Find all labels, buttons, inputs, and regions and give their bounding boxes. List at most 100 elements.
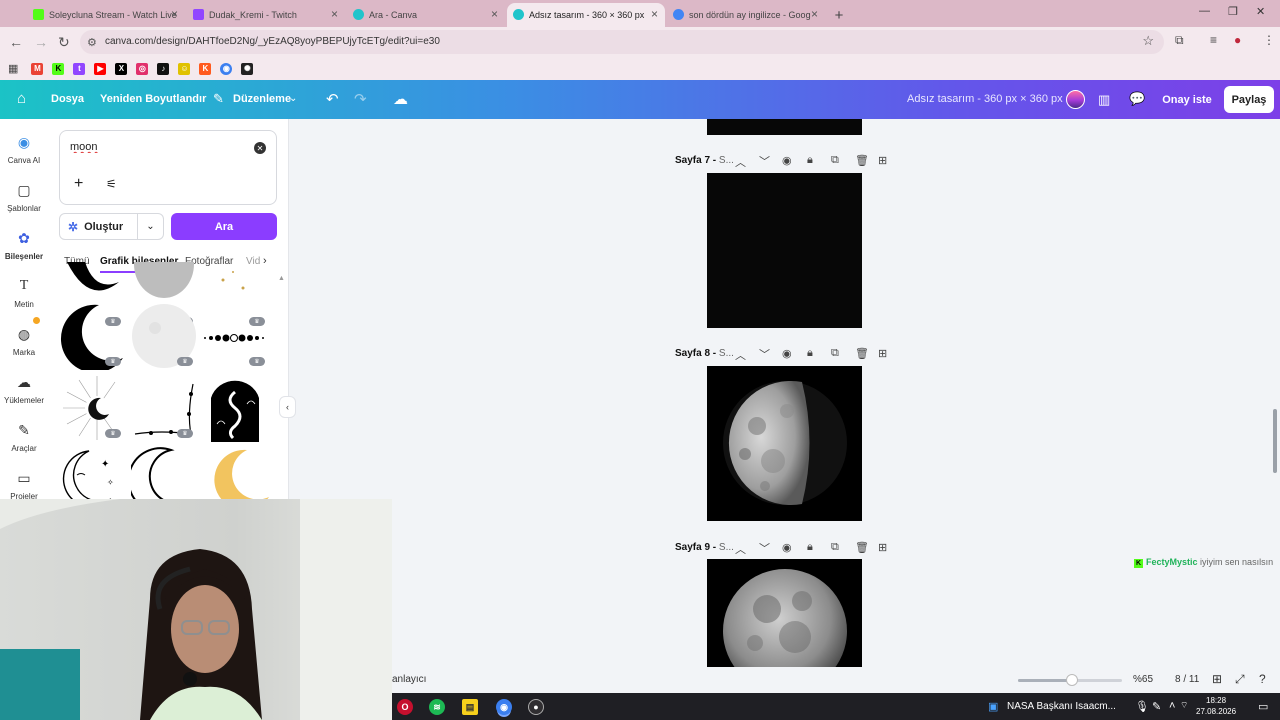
instagram-bookmark-icon[interactable]: ◎ <box>136 62 149 75</box>
create-dropdown-icon[interactable]: ⌄ <box>138 213 164 240</box>
graphic-item[interactable]: ♛ <box>59 302 125 373</box>
bookmark-star-icon[interactable]: ☆ <box>1142 33 1154 49</box>
chrome-taskbar-icon[interactable]: ◉ <box>496 699 512 715</box>
graphic-item[interactable] <box>203 447 269 499</box>
elements-search-input[interactable] <box>70 141 230 153</box>
chevron-up-icon[interactable]: ˄ <box>1169 700 1175 712</box>
duplicate-icon[interactable]: ⧉ <box>831 347 839 360</box>
search-button[interactable]: Ara <box>171 213 277 240</box>
edit-mode-button[interactable]: Düzenleme <box>233 93 291 105</box>
mic-icon[interactable]: 🎙︎ <box>1135 700 1149 713</box>
tiktok-bookmark-icon[interactable]: ♪ <box>157 62 170 75</box>
site-info-icon[interactable]: ⚙ <box>87 36 97 49</box>
forward-icon[interactable]: → <box>34 34 48 50</box>
news-widget-icon[interactable]: ▣ <box>988 700 998 713</box>
chevron-down-icon[interactable]: ﹀ <box>759 346 770 362</box>
page-label[interactable]: Sayfa 9 - S... <box>675 542 734 553</box>
user-avatar[interactable] <box>1066 90 1085 109</box>
delete-icon[interactable]: 🗑︎ <box>855 541 869 554</box>
lock-icon[interactable]: 🔒︎ <box>807 541 813 554</box>
graphic-item[interactable]: ✦ ✧ <box>59 447 125 499</box>
create-button[interactable]: ✲ Oluştur <box>59 213 138 240</box>
graphic-item[interactable]: ♛ <box>131 374 197 440</box>
filter-icon[interactable]: ⚟ <box>106 177 117 191</box>
close-tab-icon[interactable]: × <box>331 7 338 21</box>
hide-page-icon[interactable]: ◉ <box>782 541 792 554</box>
close-tab-icon[interactable]: × <box>811 7 818 21</box>
clear-search-icon[interactable]: ✕ <box>254 142 266 154</box>
request-approval-button[interactable]: Onay iste <box>1159 87 1215 112</box>
chatgpt-bookmark-icon[interactable]: ✺ <box>241 62 254 75</box>
chevron-up-icon[interactable]: ︿ <box>735 347 746 363</box>
back-icon[interactable]: ← <box>9 34 23 50</box>
chrome-bookmark-icon[interactable]: ◉ <box>220 62 233 75</box>
graphic-item[interactable] <box>127 447 197 499</box>
collapse-panel-icon[interactable]: ‹ <box>279 396 296 418</box>
browser-tab[interactable]: Dudak_Kremi - Twitch × <box>187 3 345 27</box>
analytics-icon[interactable]: ▥ <box>1098 92 1110 108</box>
page-label[interactable]: Sayfa 8 - S... <box>675 348 734 359</box>
chevron-up-icon[interactable]: ︿ <box>735 154 746 170</box>
minimize-icon[interactable]: — <box>1199 5 1210 17</box>
rail-item-canva-ai[interactable]: ◉ Canva AI <box>0 134 48 165</box>
obs-icon[interactable]: ● <box>528 699 544 715</box>
zoom-slider-thumb[interactable] <box>1066 674 1078 686</box>
scroll-up-icon[interactable]: ▲ <box>278 275 285 282</box>
graphic-item[interactable]: ♛ <box>59 374 125 440</box>
add-icon[interactable]: + <box>74 175 83 193</box>
x-bookmark-icon[interactable]: X <box>115 62 128 75</box>
chevron-up-icon[interactable]: ︿ <box>735 541 746 557</box>
browser-tab-active[interactable]: Adsız tasarım - 360 × 360 px × <box>507 3 665 27</box>
wifi-icon[interactable]: ⌔ <box>1180 700 1188 711</box>
opera-icon[interactable]: O <box>397 699 413 715</box>
browser-tab[interactable]: son dördün ay ingilizce - Goog × <box>667 3 825 27</box>
graphic-item[interactable] <box>203 374 269 442</box>
file-menu-button[interactable]: Dosya <box>51 93 84 105</box>
undo-icon[interactable]: ↶ <box>326 90 339 108</box>
browser-tab[interactable]: Soleycluna Stream - Watch Live × <box>27 3 185 27</box>
new-tab-icon[interactable]: + <box>827 3 851 27</box>
hide-page-icon[interactable]: ◉ <box>782 347 792 360</box>
cloud-save-icon[interactable]: ☁ <box>393 90 408 108</box>
add-page-icon[interactable]: ⊞ <box>878 541 887 554</box>
document-title[interactable]: Adsız tasarım - 360 px × 360 px <box>907 93 1063 105</box>
close-tab-icon[interactable]: × <box>651 7 658 21</box>
apps-grid-icon[interactable]: ▦ <box>8 62 18 75</box>
rail-item-tools[interactable]: ✎ Araçlar <box>0 422 48 453</box>
share-button[interactable]: Paylaş <box>1224 86 1274 113</box>
rail-item-brand[interactable]: ◍ Marka <box>0 326 48 357</box>
profile-icon[interactable]: ● <box>1234 33 1241 47</box>
graphic-item[interactable]: ♛ <box>131 302 197 368</box>
rail-item-templates[interactable]: ▢ Şablonlar <box>0 182 48 213</box>
chevron-down-icon[interactable]: ﹀ <box>759 540 770 556</box>
page-counter[interactable]: 8 / 11 <box>1175 674 1199 685</box>
kick-bookmark-icon[interactable]: K <box>52 62 65 75</box>
youtube-bookmark-icon[interactable]: ▶ <box>94 62 107 75</box>
notification-icon[interactable]: ▭ <box>1258 700 1268 713</box>
zoom-value[interactable]: %65 <box>1133 674 1153 685</box>
snapchat-bookmark-icon[interactable]: ☺ <box>178 62 191 75</box>
sticky-notes-icon[interactable]: ▤ <box>462 699 478 715</box>
chevron-down-icon[interactable]: ⌄ <box>289 93 297 104</box>
maximize-icon[interactable]: ❐ <box>1228 5 1238 18</box>
close-window-icon[interactable]: ✕ <box>1256 5 1265 18</box>
url-field[interactable]: ⚙ canva.com/design/DAHTfoeD2Ng/_yEzAQ8yo… <box>80 30 1164 54</box>
media-control-icon[interactable]: ≡ <box>1210 33 1217 47</box>
chevron-down-icon[interactable]: ﹀ <box>759 153 770 169</box>
redo-icon[interactable]: ↷ <box>354 90 367 108</box>
reload-icon[interactable]: ↻ <box>58 34 70 51</box>
add-page-icon[interactable]: ⊞ <box>878 154 887 167</box>
page-7-canvas[interactable] <box>707 173 862 328</box>
home-icon[interactable]: ⌂ <box>17 90 26 107</box>
pen-icon[interactable]: ✎ <box>1152 700 1161 713</box>
notes-label[interactable]: anlayıcı <box>392 674 426 685</box>
extensions-icon[interactable]: ⧉ <box>1175 33 1184 48</box>
help-icon[interactable]: ? <box>1259 672 1266 686</box>
news-headline[interactable]: NASA Başkanı Isaacm... <box>1007 701 1116 712</box>
add-page-icon[interactable]: ⊞ <box>878 347 887 360</box>
rail-item-projects[interactable]: ▭ Projeler <box>0 470 48 501</box>
rail-item-uploads[interactable]: ☁ Yüklemeler <box>0 374 48 405</box>
page-6-bottom[interactable] <box>707 119 862 135</box>
page-9-canvas[interactable] <box>707 559 862 667</box>
page-label[interactable]: Sayfa 7 - S... <box>675 155 734 166</box>
